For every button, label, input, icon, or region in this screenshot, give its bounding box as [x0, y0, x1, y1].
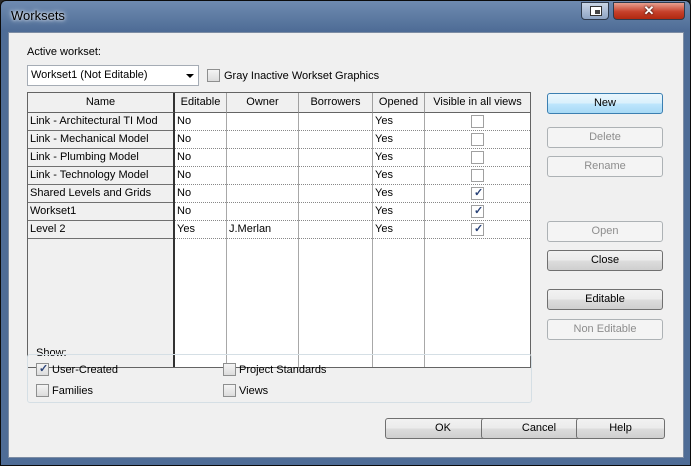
- editable-cell[interactable]: No: [175, 131, 191, 148]
- checkmark-icon: ✓: [474, 205, 484, 217]
- column-header-owner[interactable]: Owner: [227, 93, 299, 113]
- families-label: Families: [52, 385, 93, 397]
- table-row[interactable]: Yes J.Merlan Yes ✓: [175, 221, 530, 239]
- visible-checkbox[interactable]: [471, 133, 484, 146]
- opened-cell[interactable]: Yes: [373, 185, 393, 202]
- column-header-borrowers[interactable]: Borrowers: [299, 93, 373, 113]
- table-row[interactable]: No Yes: [175, 113, 530, 131]
- views-label: Views: [239, 385, 269, 397]
- row-name-cell[interactable]: Level 2: [28, 221, 173, 239]
- opened-cell[interactable]: Yes: [373, 167, 393, 184]
- project-standards-checkbox[interactable]: [223, 363, 236, 376]
- opened-cell[interactable]: Yes: [373, 113, 393, 130]
- row-name-cell[interactable]: Workset1: [28, 203, 173, 221]
- active-workset-dropdown[interactable]: Workset1 (Not Editable): [27, 65, 199, 86]
- opened-cell[interactable]: Yes: [373, 221, 393, 238]
- editable-cell[interactable]: Yes: [175, 221, 195, 238]
- close-button[interactable]: Close: [547, 250, 663, 271]
- worksets-table: Name Editable Owner Borrowers Opened Vis…: [27, 92, 531, 368]
- table-row[interactable]: No Yes: [175, 167, 530, 185]
- row-name-cell[interactable]: Link - Plumbing Model: [28, 149, 173, 167]
- checkmark-icon: ✓: [39, 363, 49, 375]
- open-button[interactable]: Open: [547, 221, 663, 242]
- visible-checkbox[interactable]: ✓: [471, 205, 484, 218]
- row-name-cell[interactable]: Link - Technology Model: [28, 167, 173, 185]
- delete-button[interactable]: Delete: [547, 127, 663, 148]
- views-checkbox[interactable]: [223, 384, 236, 397]
- row-name-cell[interactable]: Link - Architectural TI Mod: [28, 113, 173, 131]
- user-created-label: User-Created: [52, 364, 119, 376]
- gray-inactive-checkbox[interactable]: [207, 69, 220, 82]
- user-created-checkbox[interactable]: ✓: [36, 363, 49, 376]
- opened-cell[interactable]: Yes: [373, 203, 393, 220]
- visible-checkbox[interactable]: [471, 151, 484, 164]
- table-row[interactable]: No Yes ✓: [175, 203, 530, 221]
- row-name-cell[interactable]: Shared Levels and Grids: [28, 185, 173, 203]
- active-workset-value: Workset1 (Not Editable): [31, 69, 148, 81]
- gray-inactive-label: Gray Inactive Workset Graphics: [224, 70, 380, 82]
- window-title: Worksets: [11, 8, 65, 23]
- checkmark-icon: ✓: [474, 187, 484, 199]
- opened-cell[interactable]: Yes: [373, 149, 393, 166]
- column-header-editable[interactable]: Editable: [175, 93, 227, 113]
- close-icon: ✕: [643, 3, 655, 18]
- title-bar[interactable]: Worksets ✕: [1, 1, 690, 31]
- dialog-body: Active workset: Workset1 (Not Editable) …: [8, 32, 684, 458]
- table-row[interactable]: No Yes: [175, 131, 530, 149]
- context-help-button[interactable]: [581, 2, 609, 20]
- column-header-opened[interactable]: Opened: [373, 93, 425, 113]
- editable-cell[interactable]: No: [175, 149, 191, 166]
- row-name-cell[interactable]: Link - Mechanical Model: [28, 131, 173, 149]
- column-header-name[interactable]: Name: [28, 93, 175, 113]
- column-header-visible[interactable]: Visible in all views: [425, 93, 530, 113]
- editable-cell[interactable]: No: [175, 185, 191, 202]
- editable-cell[interactable]: No: [175, 113, 191, 130]
- visible-checkbox[interactable]: [471, 115, 484, 128]
- chevron-down-icon: [186, 74, 194, 78]
- visible-checkbox[interactable]: [471, 169, 484, 182]
- help-button[interactable]: Help: [576, 418, 665, 439]
- checkmark-icon: ✓: [474, 223, 484, 235]
- rename-button[interactable]: Rename: [547, 156, 663, 177]
- editable-button[interactable]: Editable: [547, 289, 663, 310]
- non-editable-button[interactable]: Non Editable: [547, 319, 663, 340]
- table-row[interactable]: No Yes ✓: [175, 185, 530, 203]
- visible-checkbox[interactable]: ✓: [471, 223, 484, 236]
- visible-checkbox[interactable]: ✓: [471, 187, 484, 200]
- editable-cell[interactable]: No: [175, 203, 191, 220]
- editable-cell[interactable]: No: [175, 167, 191, 184]
- close-window-button[interactable]: ✕: [613, 2, 685, 20]
- families-checkbox[interactable]: [36, 384, 49, 397]
- owner-cell[interactable]: J.Merlan: [227, 221, 271, 238]
- show-group: [27, 354, 532, 403]
- project-standards-label: Project Standards: [239, 364, 327, 376]
- opened-cell[interactable]: Yes: [373, 131, 393, 148]
- help-window-icon: [590, 6, 602, 16]
- new-button[interactable]: New: [547, 93, 663, 114]
- active-workset-label: Active workset:: [27, 46, 101, 58]
- table-row[interactable]: No Yes: [175, 149, 530, 167]
- worksets-dialog: Worksets ✕ Active workset: Workset1 (Not…: [0, 0, 691, 466]
